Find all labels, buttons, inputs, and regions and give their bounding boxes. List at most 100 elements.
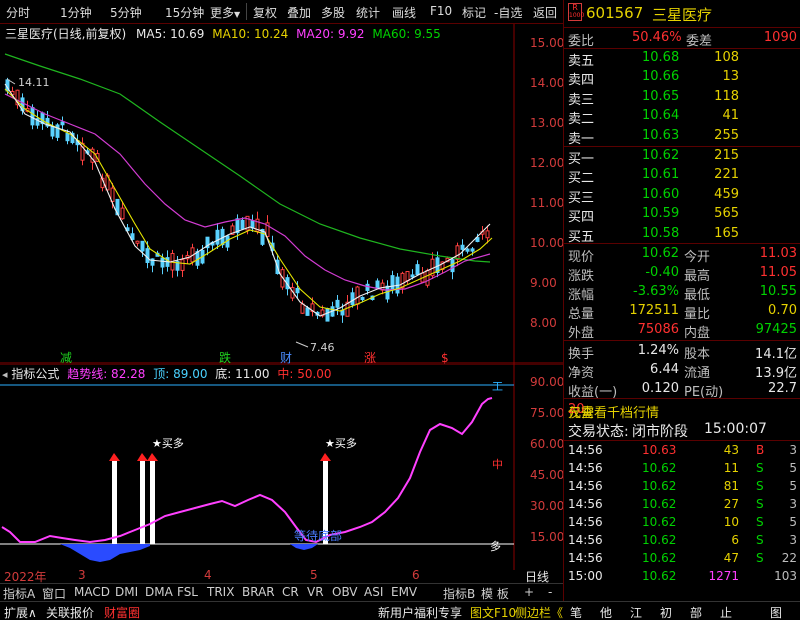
candle[interactable] <box>375 280 380 289</box>
candle[interactable] <box>350 292 355 306</box>
promo-row[interactable]: 仅需 20 元查看千档行情 <box>564 400 800 421</box>
candle[interactable] <box>485 230 490 239</box>
overlay-button[interactable]: 叠加 <box>287 4 311 21</box>
candle[interactable] <box>305 307 310 316</box>
remove-watchlist-button[interactable]: -自选 <box>494 4 522 21</box>
stats-button[interactable]: 统计 <box>356 4 380 21</box>
candle[interactable] <box>405 271 410 282</box>
bottom-tab[interactable]: 初 <box>660 604 672 620</box>
add-tab-button[interactable]: + <box>524 585 534 599</box>
bottom-tab[interactable]: 江 <box>630 604 642 620</box>
buy-level[interactable]: 买三 10.60 459 <box>564 186 800 206</box>
tab-dmi[interactable]: DMI <box>115 585 138 599</box>
bottom-tab[interactable]: 他 <box>600 604 612 620</box>
tab-macd[interactable]: MACD <box>74 585 110 599</box>
tab-15min[interactable]: 15分钟 <box>165 4 204 21</box>
candle[interactable] <box>335 299 340 308</box>
tab-trix[interactable]: TRIX <box>207 585 234 599</box>
sell-level[interactable]: 卖四 10.66 13 <box>564 68 800 88</box>
adjust-button[interactable]: 复权 <box>253 4 277 21</box>
buy-level[interactable]: 买一 10.62 215 <box>564 147 800 167</box>
candle[interactable] <box>180 259 185 271</box>
sell-level[interactable]: 卖二 10.64 41 <box>564 107 800 127</box>
tab-template[interactable]: 模 板 <box>481 585 509 602</box>
sell-level[interactable]: 卖三 10.65 118 <box>564 88 800 108</box>
candle[interactable] <box>390 275 395 291</box>
tab-5min[interactable]: 5分钟 <box>110 4 142 21</box>
tab-asi[interactable]: ASI <box>364 585 383 599</box>
candle[interactable] <box>145 248 150 263</box>
candle[interactable] <box>325 308 330 322</box>
candle[interactable] <box>460 244 465 250</box>
bottom-tab[interactable]: 部 <box>690 604 702 620</box>
indicator-menu-icon[interactable]: ◂ <box>2 368 8 381</box>
bottom-tab[interactable]: 图 <box>770 604 782 620</box>
mark-button[interactable]: 标记 <box>462 4 486 21</box>
tab-intraday[interactable]: 分时 <box>6 4 30 21</box>
event-marker-rise[interactable]: 涨 <box>364 350 376 364</box>
tab-emv[interactable]: EMV <box>391 585 417 599</box>
sell-level[interactable]: 卖一 10.63 255 <box>564 127 800 147</box>
f10-button[interactable]: F10 <box>430 4 452 18</box>
candle[interactable] <box>400 272 405 289</box>
multi-stock-button[interactable]: 多股 <box>321 4 345 21</box>
candle[interactable] <box>65 132 70 142</box>
draw-line-button[interactable]: 画线 <box>392 4 416 21</box>
event-marker-dollar[interactable]: $ <box>441 351 449 364</box>
bottom-tab[interactable]: 笔 <box>570 604 582 620</box>
more-button[interactable]: 更多▼ <box>210 4 240 21</box>
new-user-promo-link[interactable]: 新用户福利专享 <box>378 604 462 620</box>
event-marker-fall[interactable]: 跌 <box>219 350 231 364</box>
tab-brar[interactable]: BRAR <box>242 585 275 599</box>
tab-vr[interactable]: VR <box>307 585 324 599</box>
event-marker-reduce[interactable]: 减 <box>60 351 72 364</box>
buy-level[interactable]: 买二 10.61 221 <box>564 166 800 186</box>
candle[interactable] <box>295 287 300 294</box>
related-quotes-button[interactable]: 关联报价 <box>46 604 94 620</box>
candle[interactable] <box>120 207 125 220</box>
sell-level[interactable]: 卖五 10.68 108 <box>564 49 800 69</box>
candle[interactable] <box>355 286 360 305</box>
candle[interactable] <box>300 303 305 314</box>
tab-indicator-a[interactable]: 指标A <box>3 585 35 602</box>
candle[interactable] <box>425 269 430 286</box>
sidebar-toggle-button[interactable]: 侧边栏《 <box>515 604 563 620</box>
buy-level[interactable]: 买四 10.59 565 <box>564 205 800 225</box>
wealth-circle-button[interactable]: 财富圈 <box>104 604 140 620</box>
event-marker-finance[interactable]: 财 <box>280 351 292 364</box>
candle[interactable] <box>250 219 255 229</box>
candle[interactable] <box>410 274 415 278</box>
indicator-name[interactable]: 指标公式 <box>11 367 59 381</box>
buy-level[interactable]: 买五 10.58 165 <box>564 225 800 245</box>
tab-obv[interactable]: OBV <box>332 585 358 599</box>
candle[interactable] <box>55 124 60 138</box>
candle[interactable] <box>135 240 140 244</box>
tab-dma[interactable]: DMA <box>145 585 173 599</box>
candle[interactable] <box>415 264 420 276</box>
candle[interactable] <box>50 126 55 137</box>
candle[interactable] <box>360 296 365 301</box>
indicator-chart[interactable]: ★买多 ★买多 等待底部 工 中 多 <box>0 364 563 570</box>
tab-window[interactable]: 窗口 <box>42 585 66 602</box>
tab-fsl[interactable]: FSL <box>177 585 198 599</box>
candle[interactable] <box>30 107 35 126</box>
candle[interactable] <box>60 121 65 126</box>
candle[interactable] <box>455 245 460 260</box>
candle[interactable] <box>450 259 455 273</box>
candlestick-chart[interactable]: 14.11 7.46 减 跌 财 涨 $ <box>0 24 563 364</box>
candle[interactable] <box>365 283 370 291</box>
f10-graphic-button[interactable]: 图文F10 <box>470 604 516 620</box>
back-button[interactable]: 返回 <box>533 4 557 21</box>
candle[interactable] <box>465 248 470 252</box>
candle[interactable] <box>240 219 245 230</box>
candle[interactable] <box>470 248 475 252</box>
tab-indicator-b[interactable]: 指标B <box>443 585 475 602</box>
candle[interactable] <box>160 257 165 268</box>
tab-1min[interactable]: 1分钟 <box>60 4 92 21</box>
tab-cr[interactable]: CR <box>282 585 299 599</box>
candle[interactable] <box>140 240 145 252</box>
bottom-tab[interactable]: 止 <box>720 604 732 620</box>
expand-button[interactable]: 扩展∧ <box>4 604 37 620</box>
remove-tab-button[interactable]: - <box>548 585 552 599</box>
candle[interactable] <box>215 229 220 245</box>
